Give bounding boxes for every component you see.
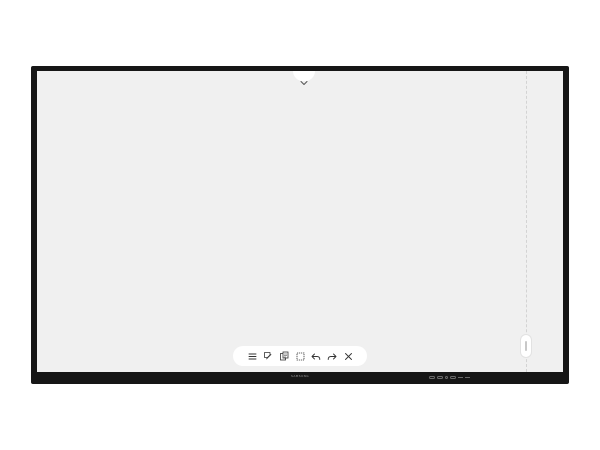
hardware-button[interactable] xyxy=(445,376,448,379)
page-edge-guide xyxy=(526,71,527,372)
hardware-button[interactable] xyxy=(429,376,435,379)
stage: SAMSUNG xyxy=(0,0,600,450)
selection-icon xyxy=(296,352,305,361)
select-button[interactable] xyxy=(294,349,307,363)
clipboard-icon xyxy=(279,351,289,361)
bezel-bottom: SAMSUNG xyxy=(31,372,569,384)
hardware-buttons xyxy=(429,376,470,379)
hardware-indicator xyxy=(465,377,470,378)
whiteboard-canvas[interactable] xyxy=(37,71,563,372)
redo-icon xyxy=(327,352,337,361)
close-icon xyxy=(344,352,353,361)
redo-button[interactable] xyxy=(326,349,339,363)
pen-button[interactable] xyxy=(262,349,275,363)
hardware-indicator xyxy=(458,377,463,378)
display-bezel: SAMSUNG xyxy=(31,66,569,384)
pen-icon xyxy=(263,351,273,361)
paste-button[interactable] xyxy=(278,349,291,363)
chevron-down-icon xyxy=(300,71,308,90)
side-scroll-handle[interactable] xyxy=(521,335,531,357)
brand-logo: SAMSUNG xyxy=(290,374,310,378)
menu-button[interactable] xyxy=(246,349,259,363)
undo-button[interactable] xyxy=(310,349,323,363)
top-pull-handle[interactable] xyxy=(293,71,315,85)
close-button[interactable] xyxy=(342,349,355,363)
menu-icon xyxy=(248,352,257,361)
bottom-toolbar xyxy=(233,346,367,366)
undo-icon xyxy=(311,352,321,361)
hardware-button[interactable] xyxy=(450,376,456,379)
hardware-button[interactable] xyxy=(437,376,443,379)
